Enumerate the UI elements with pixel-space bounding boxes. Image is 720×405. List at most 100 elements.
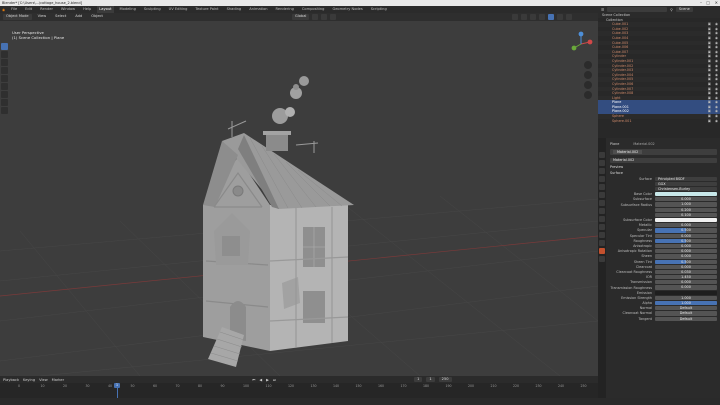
start-frame-field[interactable]: 1 [426,377,435,382]
add-cube-tool-icon[interactable] [1,107,8,114]
object-mode-dropdown[interactable]: Object Mode [3,14,32,20]
select-tool-icon[interactable] [1,43,8,50]
property-field[interactable]: 0.000 [655,233,717,238]
gizmo-toggle-icon[interactable] [521,14,528,20]
property-field[interactable]: Default [655,316,717,321]
house-model[interactable] [203,76,354,367]
scale-tool-icon[interactable] [1,75,8,82]
render-tab-icon[interactable] [599,160,605,166]
property-field[interactable]: 0.000 [655,264,717,269]
timeline-menu-keying[interactable]: Keying [23,378,35,382]
property-field[interactable]: 1.000 [655,295,717,300]
output-tab-icon[interactable] [599,168,605,174]
timeline-menu-marker[interactable]: Marker [52,378,64,382]
workspace-tab-geometry-nodes[interactable]: Geometry Nodes [330,6,364,13]
property-field[interactable]: 1.000 [655,301,717,306]
rotate-tool-icon[interactable] [1,67,8,74]
eye-icon[interactable]: ◉ [715,119,718,124]
workspace-tab-compositing[interactable]: Compositing [300,6,327,13]
texture-tab-icon[interactable] [599,256,605,262]
property-field[interactable]: 0.000 [655,285,717,290]
property-field[interactable]: 0.500 [655,259,717,264]
menu-file[interactable]: File [9,6,19,13]
world-tab-icon[interactable] [599,192,605,198]
menu-render[interactable]: Render [38,6,55,13]
transform-tool-icon[interactable] [1,83,8,90]
property-field[interactable] [655,218,717,223]
subsurface-method-dropdown[interactable]: Christensen-Burley [655,186,717,192]
outliner-item[interactable]: Sphere.001 ▣ ◉ [598,119,720,124]
workspace-tab-rendering[interactable]: Rendering [274,6,296,13]
pan-icon[interactable] [584,71,592,79]
menu-edit[interactable]: Edit [23,6,34,13]
property-field[interactable]: 0.000 [655,280,717,285]
constraints-tab-icon[interactable] [599,232,605,238]
visibility-icon[interactable] [512,14,519,20]
modifier-tab-icon[interactable] [599,208,605,214]
navigation-gizmo[interactable] [568,31,594,57]
data-tab-icon[interactable] [599,240,605,246]
menu-window[interactable]: Window [59,6,77,13]
workspace-tab-texture-paint[interactable]: Texture Paint [193,6,220,13]
property-field[interactable]: 0.000 [655,197,717,202]
property-field[interactable]: Default [655,311,717,316]
snap-icon[interactable] [321,14,328,20]
workspace-tab-scripting[interactable]: Scripting [369,6,389,13]
jump-start-icon[interactable]: ⏮ [252,378,255,382]
pivot-icon[interactable] [312,14,319,20]
object-tab-icon[interactable] [599,200,605,206]
viewport-menu-object[interactable]: Object [88,14,106,20]
timeline-menu-playback[interactable]: Playback [3,378,19,382]
overlay-toggle-icon[interactable] [530,14,537,20]
move-tool-icon[interactable] [1,59,8,66]
cursor-tool-icon[interactable] [1,51,8,58]
material-shading-icon[interactable] [557,14,564,20]
jump-end-icon[interactable]: ⏭ [273,378,276,382]
play-reverse-icon[interactable]: ◀ [259,378,262,382]
property-field[interactable]: 0.500 [655,228,717,233]
proportional-edit-icon[interactable] [330,14,337,20]
property-field[interactable]: 1.450 [655,275,717,280]
material-slot-list[interactable]: Material.002 [610,148,717,155]
scene-selector[interactable]: Scene [675,7,693,12]
viewport-menu-add[interactable]: Add [72,14,85,20]
physics-tab-icon[interactable] [599,224,605,230]
scene-tab-icon[interactable] [599,184,605,190]
current-frame-field[interactable]: 1 [414,377,423,382]
property-field[interactable]: 0.000 [655,249,717,254]
property-field[interactable]: 0.200 [655,207,717,212]
workspace-tab-uv-editing[interactable]: UV Editing [167,6,190,13]
outliner-search-input[interactable] [607,7,668,12]
property-field[interactable]: 0.000 [655,243,717,249]
material-tab-icon[interactable] [599,248,605,254]
timeline-area[interactable]: 0 10 20 30 40 50 60 70 80 90 100 110 120 130 140 150 160… [0,383,598,398]
zoom-icon[interactable] [584,61,592,69]
viewport-menu-view[interactable]: View [35,14,50,20]
menu-help[interactable]: Help [81,6,93,13]
surface-shader-dropdown[interactable]: Principled BSDF [655,176,717,181]
tool-tab-icon[interactable] [599,152,605,158]
workspace-tab-modeling[interactable]: Modeling [118,6,138,13]
editor-type-icon[interactable]: ☰ [601,8,604,12]
render-toggle-icon[interactable]: ▣ [708,119,711,124]
distribution-dropdown[interactable]: GGX [655,181,717,186]
workspace-tab-shading[interactable]: Shading [225,6,244,13]
3d-viewport[interactable]: User Perspective (1) Scene Collection | … [0,21,598,376]
workspace-tab-layout[interactable]: Layout [97,6,114,13]
workspace-tab-animation[interactable]: Animation [247,6,269,13]
blender-logo-icon[interactable]: ◉ [2,8,5,12]
transform-orientation-dropdown[interactable]: Global [291,14,310,20]
solid-shading-icon[interactable] [548,14,555,20]
viewport-menu-select[interactable]: Select [52,14,69,20]
property-field[interactable]: Default [655,306,717,311]
particles-tab-icon[interactable] [599,216,605,222]
end-frame-field[interactable]: 250 [438,377,452,382]
annotate-tool-icon[interactable] [1,91,8,98]
filter-icon[interactable]: ⚲ [670,8,673,12]
material-slot-item[interactable]: Material.002 [613,149,643,154]
xray-toggle-icon[interactable] [539,14,546,20]
material-datablock-field[interactable]: Material.002 [610,158,717,163]
camera-view-icon[interactable] [584,81,592,89]
property-field[interactable]: 0.500 [655,238,717,243]
property-field[interactable]: 0.000 [655,223,717,228]
